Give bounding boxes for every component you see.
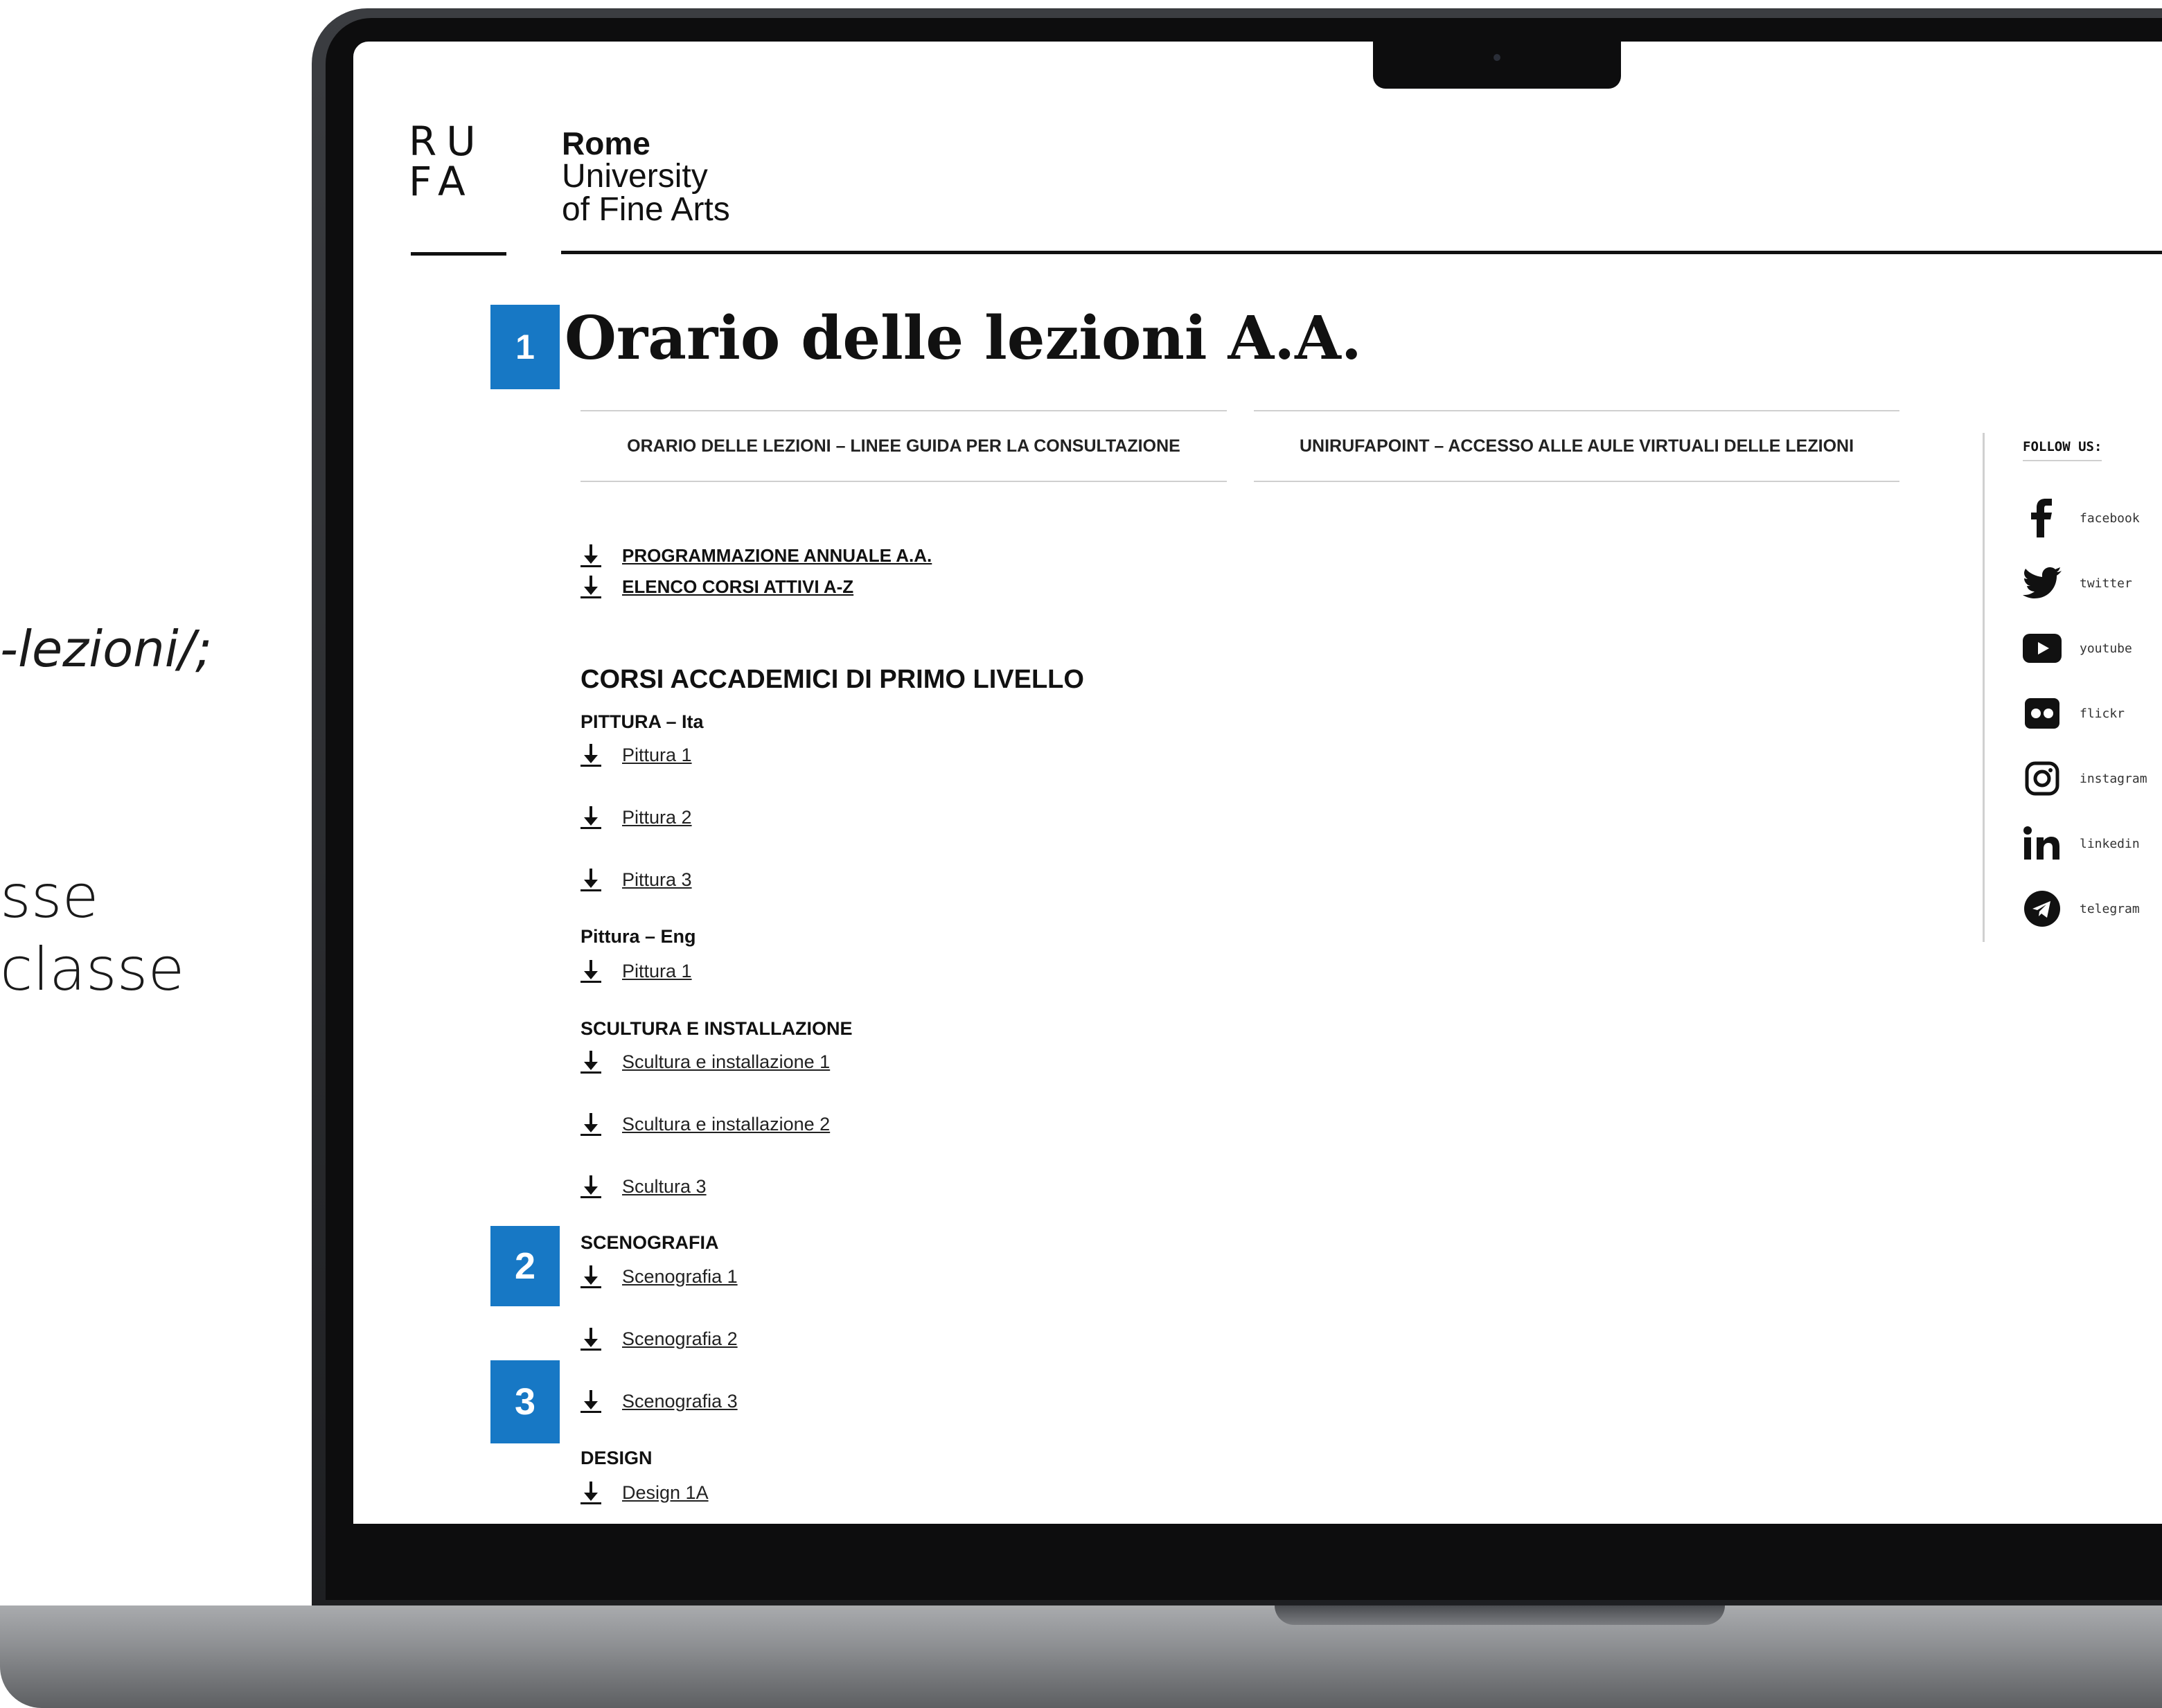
course-group-heading: PITTURA – Ita: [581, 711, 704, 732]
section-heading: CORSI ACCADEMICI DI PRIMO LIVELLO: [581, 665, 1084, 694]
download-link-scultura-3[interactable]: Scultura 3: [581, 1173, 707, 1200]
download-link-label[interactable]: Design 1A: [622, 1482, 709, 1504]
logo-underline: [411, 252, 506, 256]
social-link-telegram[interactable]: telegram: [2023, 889, 2140, 928]
laptop-base: [0, 1605, 2162, 1708]
instagram-icon: [2023, 759, 2062, 798]
brand-name-university: University: [562, 158, 708, 195]
social-link-linkedin[interactable]: linkedin: [2023, 824, 2140, 863]
social-label[interactable]: instagram: [2080, 772, 2147, 786]
tab-guidelines[interactable]: ORARIO DELLE LEZIONI – LINEE GUIDA PER L…: [581, 410, 1227, 482]
download-link-label[interactable]: ELENCO CORSI ATTIVI A-Z: [622, 576, 853, 598]
download-link-label[interactable]: Pittura 1: [622, 961, 692, 982]
brand-name-fine-arts: of Fine Arts: [562, 191, 730, 228]
download-icon: [581, 1479, 601, 1506]
social-link-facebook[interactable]: facebook: [2023, 499, 2140, 537]
download-link-label[interactable]: PROGRAMMAZIONE ANNUALE A.A.: [622, 545, 932, 567]
camera-notch: [1373, 18, 1621, 89]
download-link-elenco-corsi[interactable]: ELENCO CORSI ATTIVI A-Z: [581, 573, 853, 601]
download-icon: [581, 1173, 601, 1200]
download-link-scenografia-1[interactable]: Scenografia 1: [581, 1263, 738, 1290]
laptop-hinge: [1275, 1605, 1725, 1625]
social-link-twitter[interactable]: twitter: [2023, 564, 2132, 603]
download-icon: [581, 1325, 601, 1353]
download-link-scultura-2[interactable]: Scultura e installazione 2: [581, 1110, 830, 1138]
download-link-label[interactable]: Scultura e installazione 2: [622, 1114, 830, 1135]
social-label[interactable]: twitter: [2080, 576, 2132, 591]
annotation-badge-2: 2: [490, 1226, 560, 1306]
course-group-heading: DESIGN: [581, 1448, 653, 1468]
tab-unirufapoint[interactable]: UNIRUFAPOINT – ACCESSO ALLE AULE VIRTUAL…: [1254, 410, 1899, 482]
download-link-label[interactable]: Scenografia 2: [622, 1328, 738, 1350]
social-link-youtube[interactable]: youtube: [2023, 629, 2132, 668]
download-link-label[interactable]: Pittura 1: [622, 745, 692, 766]
youtube-icon: [2023, 629, 2062, 668]
annotation-badge-1: 1: [490, 305, 560, 389]
download-icon: [581, 866, 601, 893]
social-label[interactable]: linkedin: [2080, 837, 2140, 851]
social-label[interactable]: facebook: [2080, 511, 2140, 526]
download-link-design-1a[interactable]: Design 1A: [581, 1479, 709, 1506]
download-link-scultura-1[interactable]: Scultura e installazione 1: [581, 1048, 830, 1076]
linkedin-icon: [2023, 824, 2062, 863]
page-title: Orario delle lezioni A.A.: [565, 303, 1362, 373]
slide-text-url-fragment: -lezioni/;: [0, 620, 213, 678]
download-icon: [581, 803, 601, 831]
download-link-scenografia-3[interactable]: Scenografia 3: [581, 1387, 738, 1415]
social-label[interactable]: telegram: [2080, 902, 2140, 916]
rufa-logo[interactable]: RU FA: [409, 121, 502, 202]
brand-name-rome: Rome: [562, 125, 650, 161]
download-link-label[interactable]: Scultura e installazione 1: [622, 1051, 830, 1073]
download-icon: [581, 573, 601, 601]
slide-text-fragment: sse: [0, 862, 99, 932]
follow-us-label: FOLLOW US:: [2023, 439, 2102, 461]
telegram-icon: [2023, 889, 2062, 928]
download-link-pittura-3[interactable]: Pittura 3: [581, 866, 692, 893]
logo-text-top: RU: [409, 118, 486, 165]
social-link-flickr[interactable]: flickr: [2023, 694, 2125, 733]
social-label[interactable]: flickr: [2080, 706, 2125, 721]
download-link-label[interactable]: Scultura 3: [622, 1176, 707, 1198]
download-icon: [581, 1387, 601, 1415]
download-icon: [581, 1110, 601, 1138]
download-icon: [581, 741, 601, 769]
download-link-pittura-2[interactable]: Pittura 2: [581, 803, 692, 831]
slide-text-fragment: classe: [0, 935, 185, 1004]
sidebar-divider: [1983, 433, 1985, 942]
course-group-heading: SCENOGRAFIA: [581, 1232, 719, 1253]
facebook-icon: [2023, 499, 2062, 537]
download-icon: [581, 1048, 601, 1076]
download-link-label[interactable]: Scenografia 1: [622, 1266, 738, 1288]
download-icon: [581, 542, 601, 569]
download-link-label[interactable]: Pittura 2: [622, 807, 692, 828]
course-group-heading: SCULTURA E INSTALLAZIONE: [581, 1018, 853, 1039]
social-label[interactable]: youtube: [2080, 641, 2132, 656]
download-link-pittura-eng-1[interactable]: Pittura 1: [581, 957, 692, 985]
download-link-scenografia-2[interactable]: Scenografia 2: [581, 1325, 738, 1353]
annotation-badge-3: 3: [490, 1360, 560, 1443]
laptop-screen: [353, 42, 2162, 1524]
header-divider: [561, 251, 2162, 254]
flickr-icon: [2023, 694, 2062, 733]
download-link-pittura-1[interactable]: Pittura 1: [581, 741, 692, 769]
download-icon: [581, 957, 601, 985]
twitter-icon: [2023, 564, 2062, 603]
logo-text-bottom: FA: [409, 158, 475, 205]
course-group-heading: Pittura – Eng: [581, 926, 696, 947]
download-icon: [581, 1263, 601, 1290]
download-link-programmazione[interactable]: PROGRAMMAZIONE ANNUALE A.A.: [581, 542, 932, 569]
camera-icon: [1494, 54, 1500, 61]
download-link-label[interactable]: Pittura 3: [622, 869, 692, 891]
social-link-instagram[interactable]: instagram: [2023, 759, 2147, 798]
download-link-label[interactable]: Scenografia 3: [622, 1391, 738, 1412]
